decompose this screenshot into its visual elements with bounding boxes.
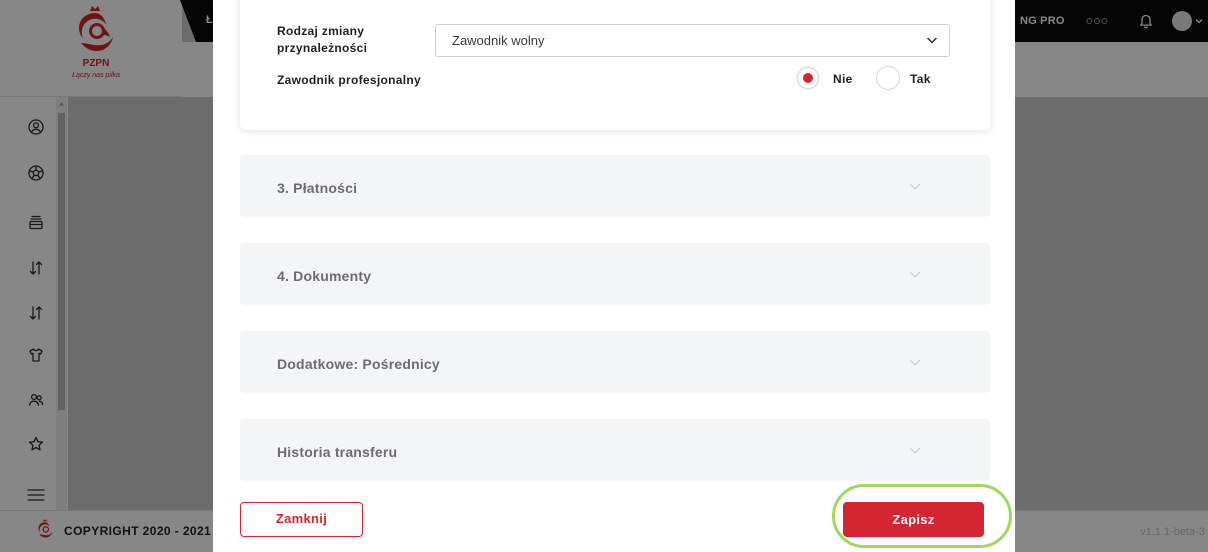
membership-form-card: [240, 0, 990, 130]
transfer-modal: Rodzaj zmiany przynależności Zawodnik wo…: [213, 0, 1015, 552]
accordion-section-transfer-history[interactable]: Historia transferu: [240, 419, 990, 481]
professional-radio-nie[interactable]: [797, 67, 819, 89]
chevron-down-icon: [909, 447, 921, 454]
highlight-annotation: [832, 484, 1012, 548]
section-title: 4. Dokumenty: [277, 268, 372, 284]
accordion-section-payments[interactable]: 3. Płatności: [240, 155, 990, 217]
change-type-label: Rodzaj zmiany przynależności: [277, 24, 368, 55]
chevron-down-icon: [927, 37, 937, 44]
change-type-selected-value: Zawodnik wolny: [452, 33, 545, 48]
section-title: Historia transferu: [277, 444, 398, 460]
chevron-down-icon: [909, 183, 921, 190]
accordion-section-intermediaries[interactable]: Dodatkowe: Pośrednicy: [240, 331, 990, 393]
professional-player-label: Zawodnik profesjonalny: [277, 73, 421, 87]
chevron-down-icon: [909, 271, 921, 278]
section-title: 3. Płatności: [277, 180, 358, 196]
professional-radio-nie-label[interactable]: Nie: [833, 72, 853, 86]
professional-radio-tak-label[interactable]: Tak: [910, 72, 931, 86]
section-title: Dodatkowe: Pośrednicy: [277, 356, 440, 372]
accordion-section-documents[interactable]: 4. Dokumenty: [240, 243, 990, 305]
change-type-select[interactable]: Zawodnik wolny: [435, 24, 950, 57]
professional-radio-tak[interactable]: [876, 66, 900, 90]
close-button[interactable]: Zamknij: [240, 502, 363, 537]
chevron-down-icon: [909, 359, 921, 366]
